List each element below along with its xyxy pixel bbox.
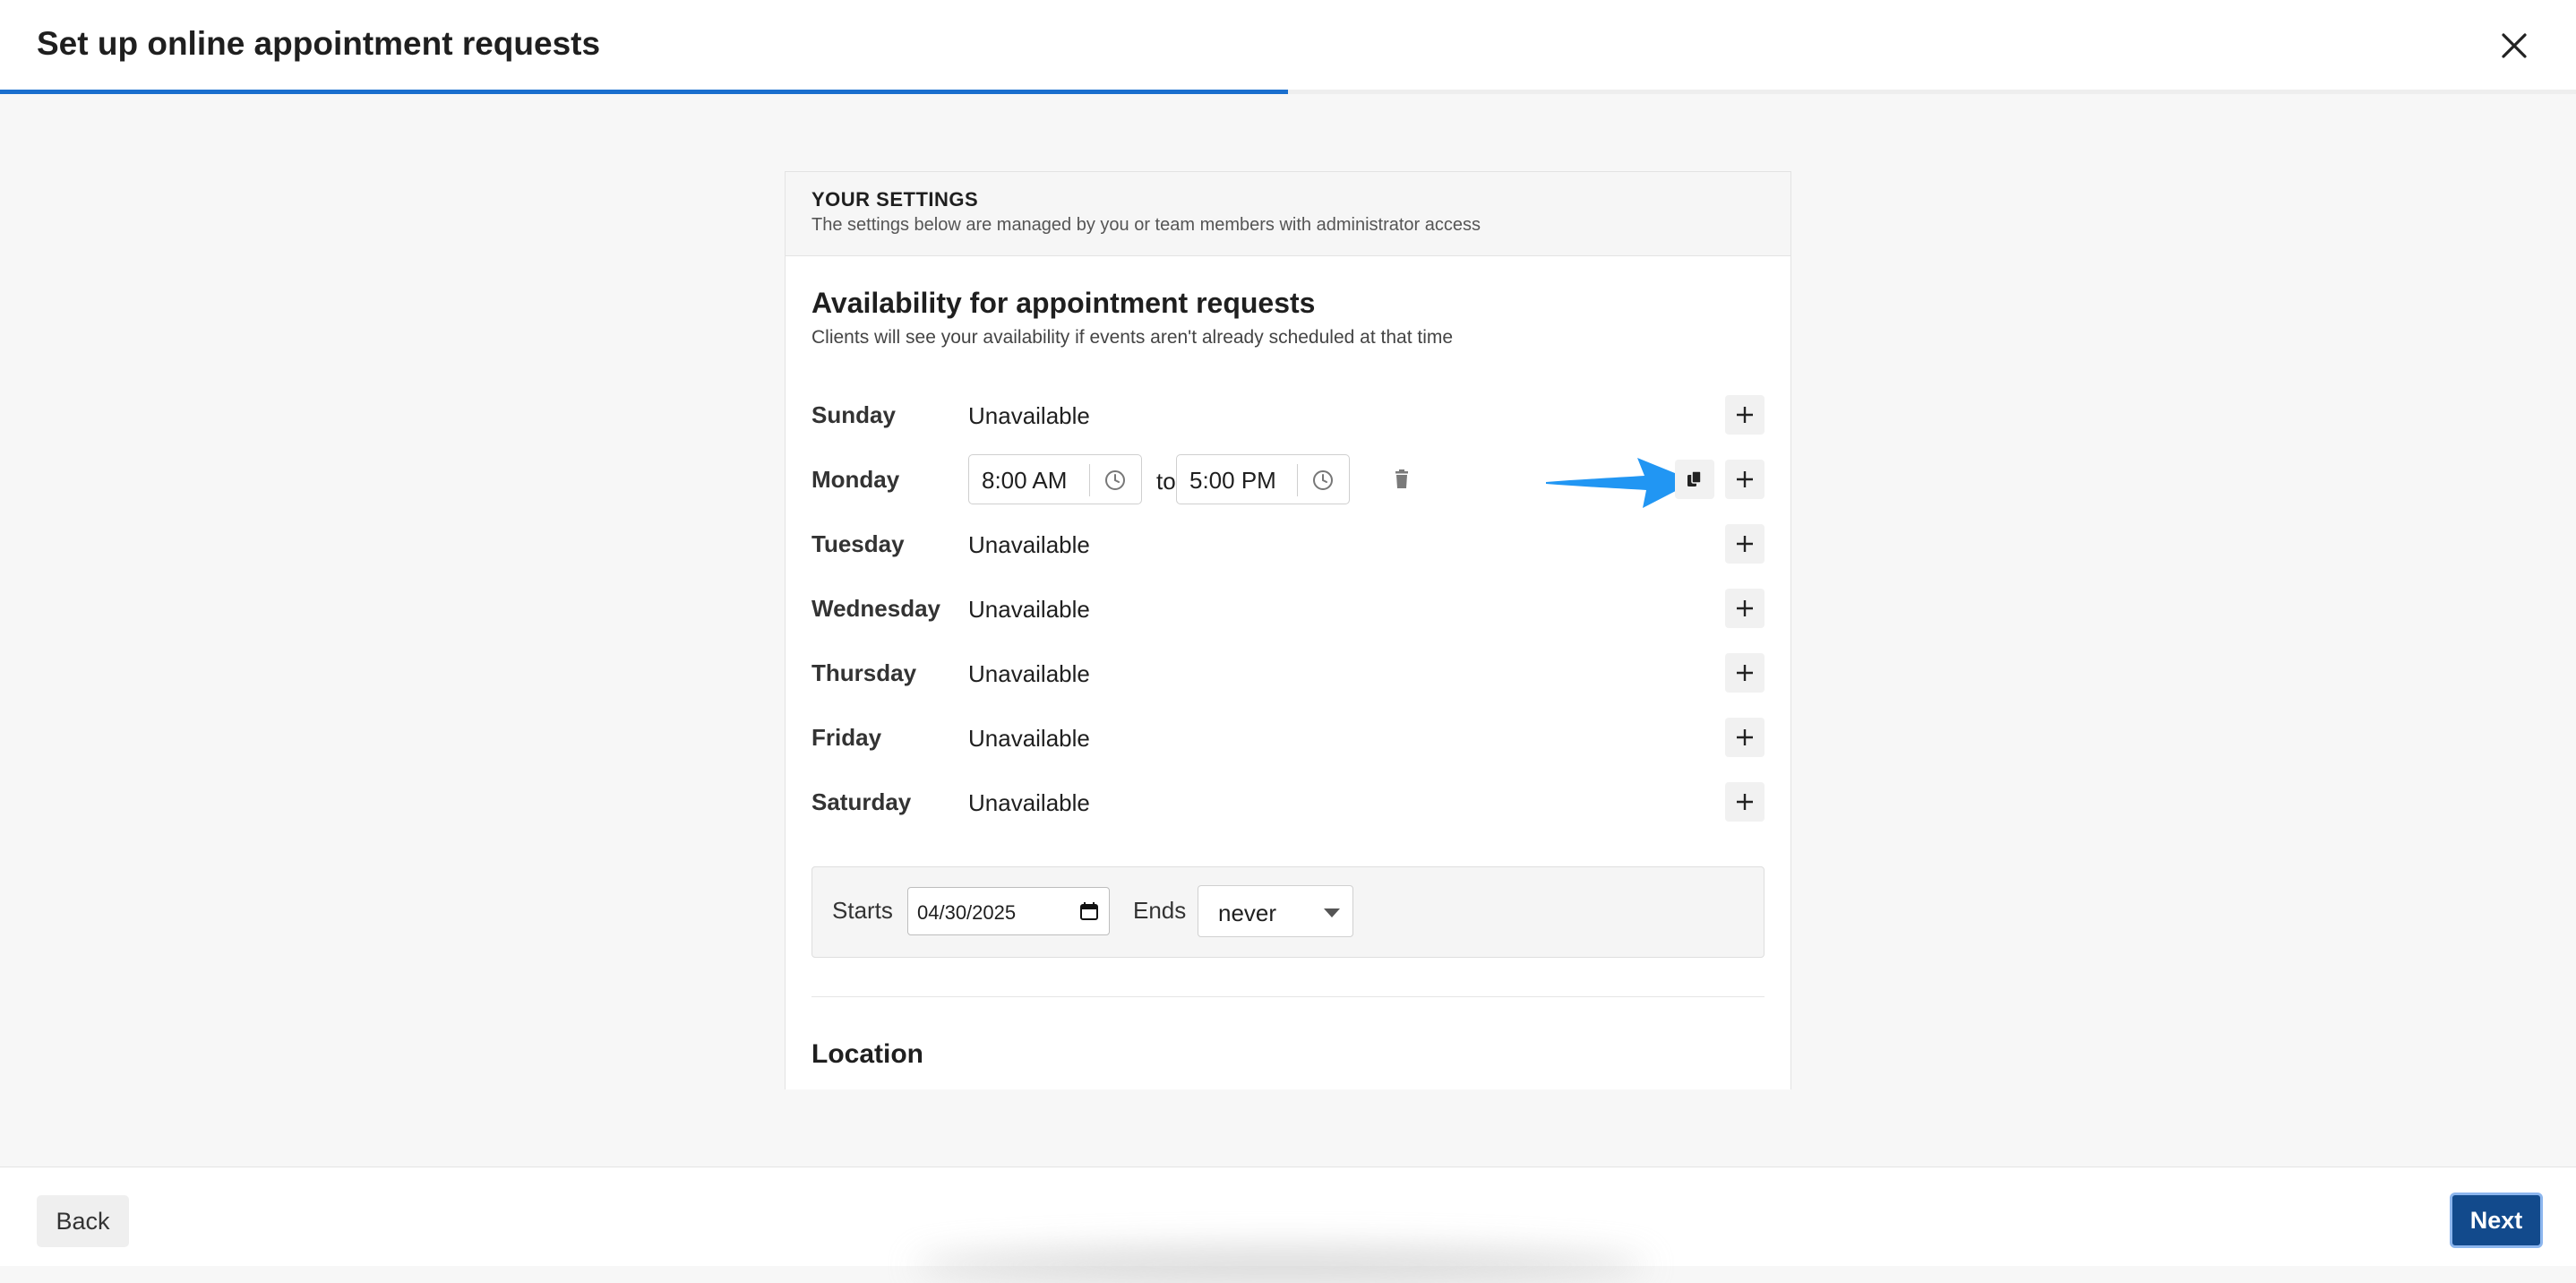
plus-icon	[1737, 471, 1753, 487]
ends-select[interactable]: never	[1198, 885, 1353, 937]
ends-value: never	[1218, 900, 1277, 926]
page-title: Set up online appointment requests	[37, 25, 601, 62]
clock-icon[interactable]	[1103, 469, 1127, 492]
end-time-input[interactable]: 5:00 PM	[1176, 454, 1350, 504]
day-name: Monday	[811, 466, 900, 493]
plus-icon	[1737, 665, 1753, 681]
field-divider	[1297, 464, 1298, 496]
plus-icon	[1737, 729, 1753, 745]
add-time-button[interactable]	[1725, 653, 1765, 693]
location-title: Location	[811, 1039, 923, 1069]
day-name: Saturday	[811, 788, 912, 815]
availability-subtitle: Clients will see your availability if ev…	[811, 327, 1454, 348]
calendar-icon[interactable]	[1078, 900, 1100, 922]
day-row-tuesday: Tuesday Unavailable	[811, 519, 1765, 569]
day-name: Sunday	[811, 401, 896, 428]
back-button[interactable]: Back	[37, 1195, 129, 1247]
day-row-wednesday: Wednesday Unavailable	[811, 583, 1765, 633]
close-button[interactable]	[2494, 25, 2535, 66]
date-range-panel: Starts 04/30/2025 Ends never	[811, 866, 1765, 958]
day-name: Wednesday	[811, 595, 941, 622]
add-time-button[interactable]	[1725, 782, 1765, 822]
end-time-value: 5:00 PM	[1189, 467, 1276, 494]
start-time-input[interactable]: 8:00 AM	[968, 454, 1142, 504]
day-row-sunday: Sunday Unavailable	[811, 390, 1765, 440]
start-time-value: 8:00 AM	[982, 467, 1068, 494]
clock-icon[interactable]	[1311, 469, 1335, 492]
trash-icon[interactable]	[1390, 468, 1413, 491]
plus-icon	[1737, 794, 1753, 810]
day-row-thursday: Thursday Unavailable	[811, 648, 1765, 698]
day-status: Unavailable	[968, 402, 1090, 429]
day-name: Friday	[811, 724, 882, 751]
next-button[interactable]: Next	[2450, 1193, 2543, 1248]
to-label: to	[1156, 468, 1176, 495]
add-time-button[interactable]	[1725, 524, 1765, 564]
day-name: Thursday	[811, 659, 917, 686]
header: Set up online appointment requests	[0, 0, 2576, 90]
close-icon	[2502, 33, 2527, 58]
copy-icon	[1687, 470, 1702, 487]
settings-header: YOUR SETTINGS The settings below are man…	[786, 172, 1790, 256]
settings-subtitle: The settings below are managed by you or…	[811, 215, 1481, 235]
day-status: Unavailable	[968, 531, 1090, 558]
copy-times-button[interactable]	[1675, 460, 1714, 499]
arrow-icon	[1546, 458, 1695, 508]
add-time-button[interactable]	[1725, 460, 1765, 499]
add-time-button[interactable]	[1725, 395, 1765, 435]
day-status: Unavailable	[968, 660, 1090, 687]
day-status: Unavailable	[968, 789, 1090, 816]
start-date-input[interactable]: 04/30/2025	[907, 887, 1110, 935]
plus-icon	[1737, 600, 1753, 616]
day-row-friday: Friday Unavailable	[811, 712, 1765, 762]
starts-label: Starts	[832, 897, 893, 924]
shadow	[914, 1247, 1648, 1283]
plus-icon	[1737, 407, 1753, 423]
plus-icon	[1737, 536, 1753, 552]
settings-title: YOUR SETTINGS	[811, 188, 979, 211]
field-divider	[1089, 464, 1090, 496]
add-time-button[interactable]	[1725, 589, 1765, 628]
day-status: Unavailable	[968, 596, 1090, 623]
divider	[811, 996, 1765, 997]
chevron-down-icon	[1324, 908, 1340, 917]
availability-title: Availability for appointment requests	[811, 287, 1316, 319]
add-time-button[interactable]	[1725, 718, 1765, 757]
start-date-value: 04/30/2025	[917, 901, 1017, 924]
day-status: Unavailable	[968, 725, 1090, 752]
settings-card: YOUR SETTINGS The settings below are man…	[785, 171, 1791, 1089]
day-name: Tuesday	[811, 530, 905, 557]
day-row-saturday: Saturday Unavailable	[811, 777, 1765, 827]
progress-bar	[0, 90, 2576, 94]
ends-label: Ends	[1133, 897, 1187, 924]
day-row-monday: Monday 8:00 AM to 5:00 PM	[811, 454, 1765, 508]
progress-fill	[0, 90, 1288, 94]
